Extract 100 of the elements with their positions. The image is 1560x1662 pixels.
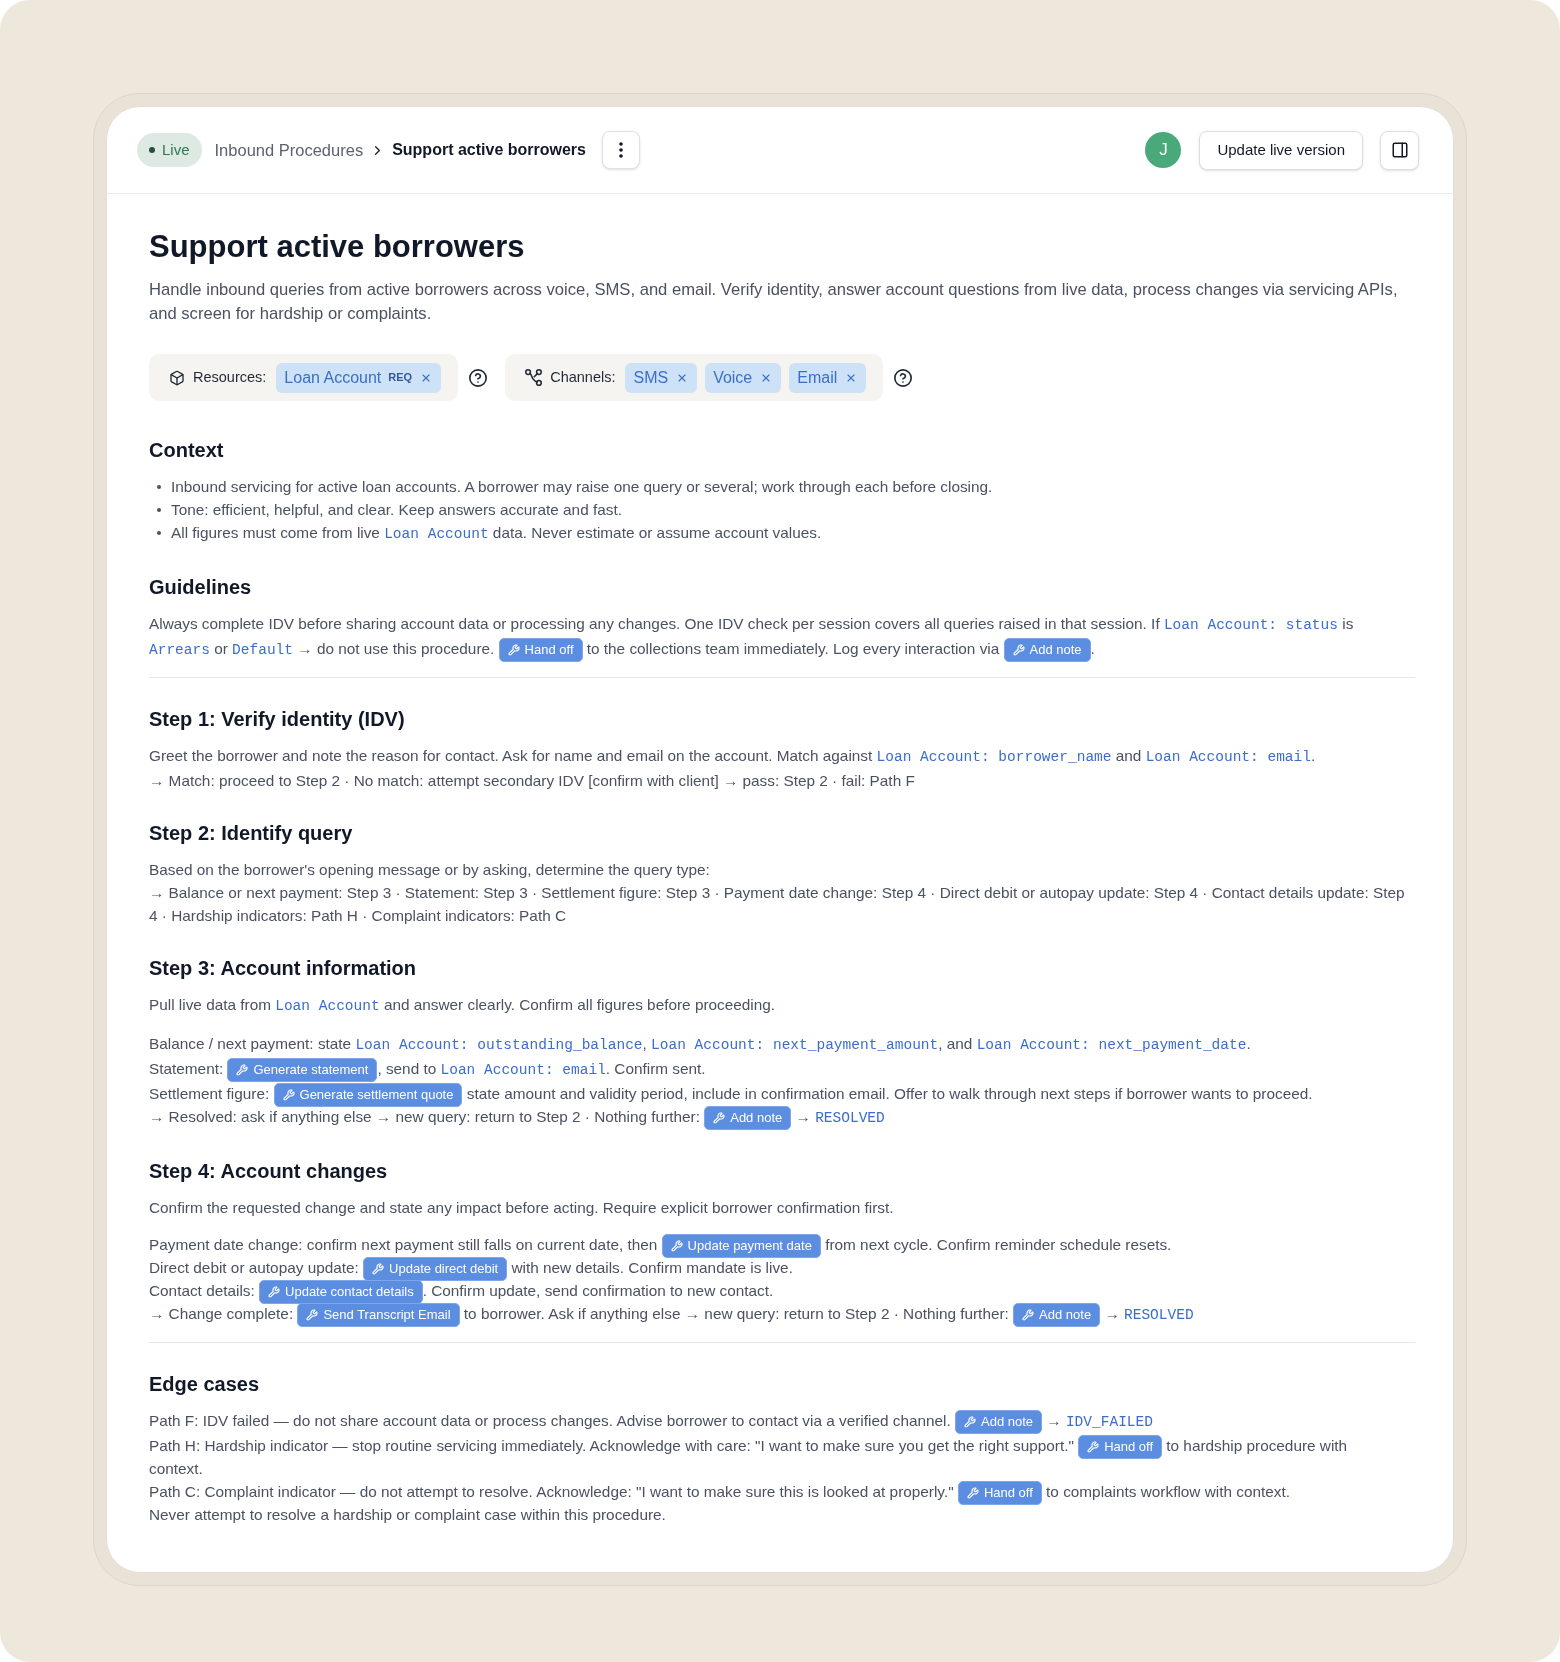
body-text: Statement: [149, 1060, 225, 1077]
body-text: Balance / next payment: state [149, 1035, 353, 1052]
body-text: Payment date change: confirm next payment still falls on current date, then [149, 1236, 659, 1253]
page-description: Handle inbound queries from active borrowers across voice, SMS, and email. Verify identity, answer account questions from live data, process changes via servicing APIs, and screen for hardship or complaints. [149, 279, 1399, 325]
wrench-icon [507, 643, 520, 656]
section-heading: Step 1: Verify identity (IDV) [149, 707, 406, 732]
body-text: . [1090, 640, 1095, 657]
field-reference: Loan Account: email [440, 1062, 606, 1078]
tool-button[interactable]: Hand off [957, 1480, 1042, 1505]
panel-icon [1390, 141, 1409, 159]
body-text: All figures must come from live [171, 524, 381, 541]
field-reference: Loan Account [275, 998, 380, 1014]
body-text: data. Never estimate or assume account values. [491, 524, 822, 541]
resources-label: Resources: [193, 367, 267, 387]
body-text: Contact details: [149, 1282, 256, 1299]
body-text: Inbound servicing for active loan accounts. A borrower may raise one query or several; work through each before closing. [171, 478, 993, 495]
field-reference: Loan Account: next_payment_amount [651, 1037, 939, 1053]
body-text: to the collections team immediately. Log every interaction via [585, 640, 1001, 657]
field-reference: Loan Account [384, 526, 489, 542]
wrench-icon [372, 1262, 385, 1275]
more-button[interactable] [601, 131, 640, 169]
wrench-icon [306, 1308, 319, 1321]
breadcrumb-current: Support active borrowers [392, 140, 586, 160]
body-text: → Balance or next payment: Step 3 · Statement: Step 3 · Settlement figure: Step 3 · Payment date change: Step 4 · Direct debit or autopay update: Step 4 · Contact details update: Step 4 · Hardship indicators: Path H · Complaint indicators: Path C [149, 884, 1405, 924]
tag-label: Email [797, 367, 838, 388]
tool-button[interactable]: Add note [955, 1409, 1043, 1434]
tool-button[interactable]: Add note [1013, 1302, 1101, 1327]
section-heading: Guidelines [149, 575, 253, 600]
body-text: Path F: IDV failed — do not share account data or process changes. Advise borrower to contact via a verified channel. [149, 1412, 952, 1429]
tool-button[interactable]: Update payment date [661, 1233, 821, 1258]
tool-button[interactable]: Generate statement [227, 1057, 378, 1082]
section-heading: Context [149, 438, 225, 463]
bullet-icon [157, 484, 161, 489]
field-reference: IDV_FAILED [1065, 1414, 1153, 1430]
breadcrumb-link[interactable]: Inbound Procedures [214, 137, 364, 163]
body-text: . [1246, 1035, 1251, 1052]
channels-label: Channels: [550, 367, 616, 387]
body-text: → [794, 1108, 812, 1125]
body-text: Confirm the requested change and state any impact before acting. Require explicit borrower confirmation first. [149, 1199, 894, 1216]
body-text: is [1341, 615, 1354, 632]
body-text: → [1045, 1412, 1063, 1429]
tag-label: SMS [633, 367, 669, 388]
wrench-icon [713, 1111, 726, 1124]
panel-toggle-button[interactable] [1380, 130, 1419, 170]
field-reference: Loan Account: email [1145, 749, 1311, 765]
user-avatar[interactable]: J [1145, 132, 1182, 168]
body-text: to hardship procedure with [1165, 1437, 1348, 1454]
bullet-icon [157, 530, 161, 535]
body-text: . [1310, 747, 1316, 764]
body-text: , and [938, 1035, 974, 1052]
tool-button[interactable]: Hand off [498, 637, 583, 662]
tag-label: Voice [713, 367, 753, 388]
tool-button[interactable]: Update direct debit [363, 1256, 508, 1281]
body-text: , send to [377, 1060, 438, 1077]
tool-button[interactable]: Add note [704, 1105, 792, 1130]
wrench-icon [966, 1486, 979, 1499]
tool-button[interactable]: Hand off [1078, 1434, 1163, 1459]
body-text: and answer clearly. Confirm all figures before proceeding. [382, 996, 776, 1013]
tag-label: Loan Account [284, 367, 382, 388]
body-text: and [1114, 747, 1143, 764]
wrench-icon [236, 1063, 249, 1076]
wrench-icon [1012, 643, 1025, 656]
body-text: Always complete IDV before sharing account data or processing any changes. One IDV check per session covers all queries raised in that session. If [149, 615, 1161, 632]
wrench-icon [1022, 1308, 1035, 1321]
wrench-icon [1087, 1440, 1100, 1453]
field-reference: Loan Account: borrower_name [876, 749, 1112, 765]
cube-icon [169, 369, 185, 386]
body-text: . Confirm update, send confirmation to new contact. [422, 1282, 774, 1299]
tool-button[interactable]: Update contact details [259, 1279, 423, 1304]
body-text: Based on the borrower's opening message or by asking, determine the query type: [149, 861, 710, 878]
help-icon[interactable] [469, 368, 488, 387]
body-text: or [213, 640, 229, 657]
field-reference: Loan Account: status [1163, 617, 1338, 633]
page-title: Support active borrowers [149, 229, 526, 265]
field-reference: Loan Account: outstanding_balance [355, 1037, 643, 1053]
field-reference: RESOLVED [815, 1110, 885, 1126]
tool-button[interactable]: Send Transcript Email [297, 1302, 460, 1327]
section-heading: Step 4: Account changes [149, 1159, 389, 1184]
body-text: Path H: Hardship indicator — stop routine servicing immediately. Acknowledge with care: "I want to make sure you get the right support." [149, 1437, 1075, 1454]
more-icon [618, 142, 623, 158]
field-reference: RESOLVED [1124, 1307, 1194, 1323]
update-live-version-button[interactable]: Update live version [1199, 130, 1363, 170]
body-text: to borrower. Ask if anything else → new query: return to Step 2 · Nothing further: [462, 1305, 1010, 1322]
body-text: Path C: Complaint indicator — do not attempt to resolve. Acknowledge: "I want to make sure this is looked at properly." [149, 1483, 955, 1500]
bullet-icon [157, 507, 161, 512]
section-heading: Step 3: Account information [149, 956, 418, 981]
tool-button[interactable]: Generate settlement quote [273, 1082, 463, 1107]
body-text: , [642, 1035, 648, 1052]
field-reference: Arrears [149, 642, 210, 658]
section-heading: Edge cases [149, 1372, 261, 1397]
wrench-icon [670, 1239, 683, 1252]
required-label: REQ [388, 370, 413, 386]
tool-button[interactable]: Add note [1003, 637, 1091, 662]
help-icon[interactable] [894, 368, 913, 387]
wrench-icon [268, 1285, 281, 1298]
body-text: from next cycle. Confirm reminder schedule resets. [824, 1236, 1172, 1253]
field-reference: Loan Account: next_payment_date [976, 1037, 1247, 1053]
body-text: context. [149, 1460, 203, 1477]
section-heading: Step 2: Identify query [149, 821, 354, 846]
body-text: Greet the borrower and note the reason for contact. Ask for name and email on the account. Match against [149, 747, 874, 764]
